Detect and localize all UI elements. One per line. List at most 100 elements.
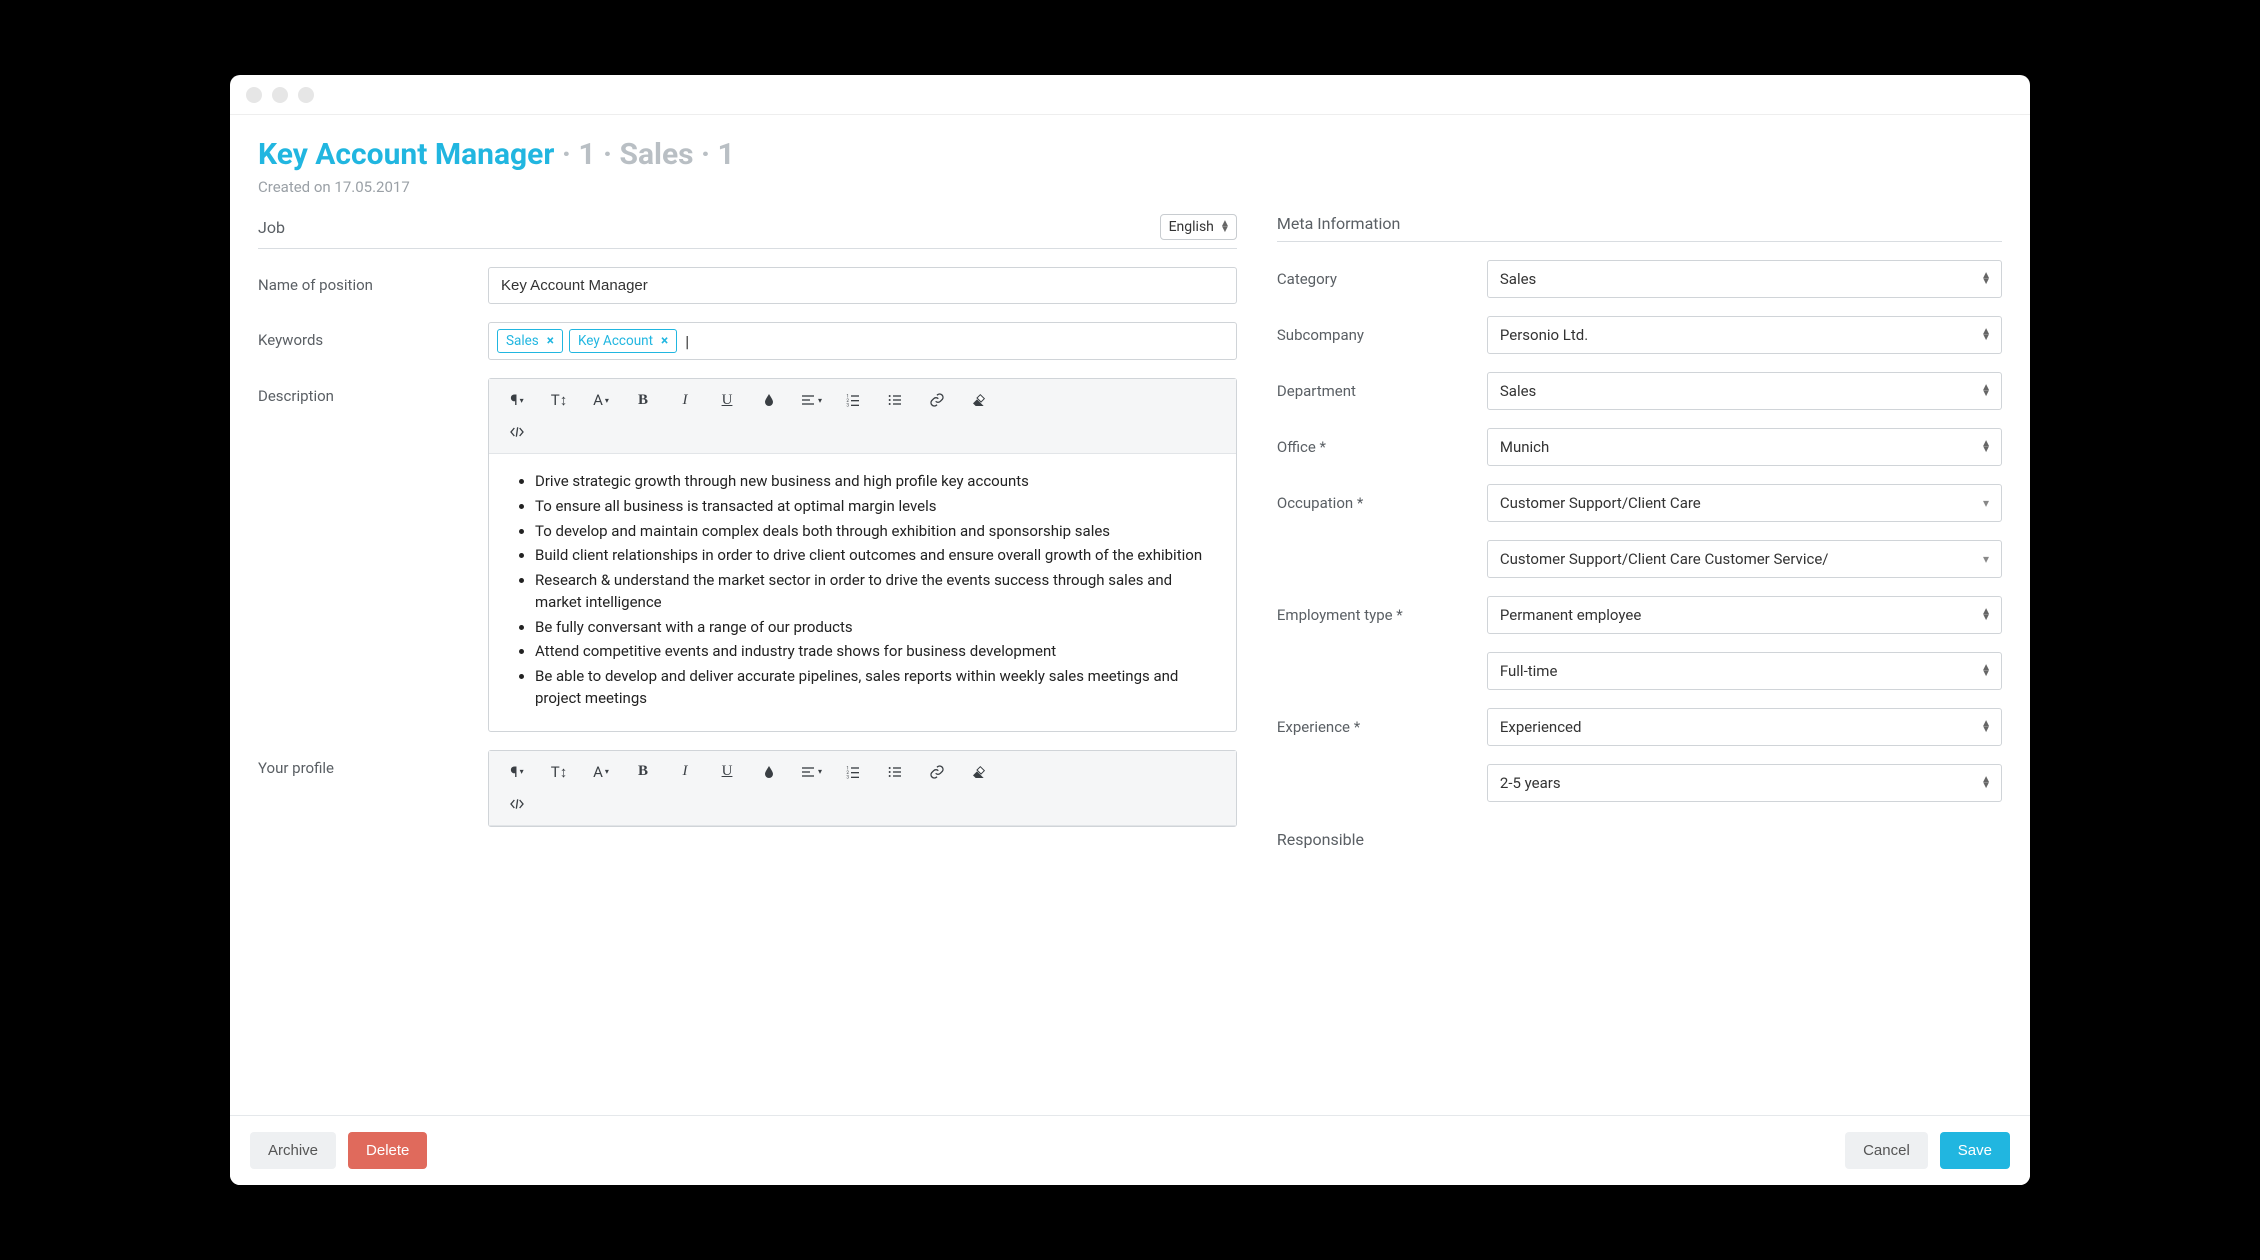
job-column: Job English Name of position Keywords <box>258 214 1237 1115</box>
row-experience: Experience * Experienced <box>1277 708 2002 746</box>
window-close-dot[interactable] <box>246 87 262 103</box>
occupation-select[interactable]: Customer Support/Client Care <box>1487 484 2002 522</box>
language-value: English <box>1169 219 1214 235</box>
text-color-button[interactable] <box>749 757 789 787</box>
caret-icon <box>1981 721 1991 733</box>
unordered-list-button[interactable] <box>875 757 915 787</box>
employment-time-value: Full-time <box>1500 662 1558 680</box>
code-view-button[interactable] <box>497 789 537 819</box>
link-button[interactable] <box>917 757 957 787</box>
align-button[interactable]: ▾ <box>791 757 831 787</box>
employment-time-select[interactable]: Full-time <box>1487 652 2002 690</box>
bold-button[interactable]: B <box>623 757 663 787</box>
clear-format-button[interactable] <box>959 385 999 415</box>
profile-editor: ¶▾ T↕ A▾ B I U ▾ 123 <box>488 750 1237 827</box>
tag-remove-icon[interactable]: × <box>547 333 554 349</box>
font-family-button[interactable]: A▾ <box>581 385 621 415</box>
keywords-label: Keywords <box>258 322 488 349</box>
category-select[interactable]: Sales <box>1487 260 2002 298</box>
text-color-button[interactable] <box>749 385 789 415</box>
window-zoom-dot[interactable] <box>298 87 314 103</box>
row-experience-years: 2-5 years <box>1277 764 2002 802</box>
title-breadcrumb: · 1 · Sales · 1 <box>554 137 734 172</box>
row-keywords: Keywords Sales × Key Account × | <box>258 322 1237 360</box>
keyword-tag: Sales × <box>497 329 563 353</box>
font-family-button[interactable]: A▾ <box>581 757 621 787</box>
caret-icon <box>1981 329 1991 341</box>
italic-button[interactable]: I <box>665 385 705 415</box>
clear-format-button[interactable] <box>959 757 999 787</box>
job-section-title: Job <box>258 218 285 237</box>
office-select[interactable]: Munich <box>1487 428 2002 466</box>
row-profile: Your profile ¶▾ T↕ A▾ B I U ▾ <box>258 750 1237 827</box>
keyword-tag: Key Account × <box>569 329 677 353</box>
caret-icon <box>1981 665 1991 677</box>
name-input[interactable] <box>488 267 1237 304</box>
archive-button[interactable]: Archive <box>250 1132 336 1169</box>
editor-toolbar: ¶▾ T↕ A▾ B I U ▾ 123 <box>489 379 1236 454</box>
paragraph-format-button[interactable]: ¶▾ <box>497 757 537 787</box>
underline-button[interactable]: U <box>707 757 747 787</box>
office-label: Office * <box>1277 438 1487 456</box>
svg-text:3: 3 <box>846 403 849 408</box>
occupation-sub-value: Customer Support/Client Care Customer Se… <box>1500 550 1829 568</box>
font-size-button[interactable]: T↕ <box>539 757 579 787</box>
row-employment: Employment type * Permanent employee <box>1277 596 2002 634</box>
description-item: Build client relationships in order to d… <box>535 545 1218 567</box>
experience-label: Experience * <box>1277 718 1487 736</box>
department-value: Sales <box>1500 382 1536 400</box>
tag-remove-icon[interactable]: × <box>661 333 668 349</box>
ordered-list-button[interactable]: 123 <box>833 757 873 787</box>
description-item: To develop and maintain complex deals bo… <box>535 521 1218 543</box>
link-button[interactable] <box>917 385 957 415</box>
align-button[interactable]: ▾ <box>791 385 831 415</box>
row-department: Department Sales <box>1277 372 2002 410</box>
caret-icon <box>1981 273 1991 285</box>
department-select[interactable]: Sales <box>1487 372 2002 410</box>
window-minimize-dot[interactable] <box>272 87 288 103</box>
code-view-button[interactable] <box>497 417 537 447</box>
caret-icon <box>1981 609 1991 621</box>
category-value: Sales <box>1500 270 1536 288</box>
cancel-button[interactable]: Cancel <box>1845 1132 1928 1169</box>
caret-icon <box>1220 221 1230 233</box>
editor-toolbar: ¶▾ T↕ A▾ B I U ▾ 123 <box>489 751 1236 826</box>
language-select[interactable]: English <box>1160 214 1237 240</box>
meta-section-title: Meta Information <box>1277 214 1400 233</box>
italic-button[interactable]: I <box>665 757 705 787</box>
responsible-section-header: Responsible <box>1277 830 2002 857</box>
row-occupation: Occupation * Customer Support/Client Car… <box>1277 484 2002 522</box>
footer: Archive Delete Cancel Save <box>230 1115 2030 1185</box>
experience-years-select[interactable]: 2-5 years <box>1487 764 2002 802</box>
font-size-button[interactable]: T↕ <box>539 385 579 415</box>
experience-select[interactable]: Experienced <box>1487 708 2002 746</box>
profile-label: Your profile <box>258 750 488 777</box>
description-item: Research & understand the market sector … <box>535 570 1218 614</box>
occupation-label: Occupation * <box>1277 494 1487 512</box>
keyword-tag-label: Key Account <box>578 333 653 349</box>
bold-button[interactable]: B <box>623 385 663 415</box>
title-main: Key Account Manager <box>258 137 554 172</box>
description-body[interactable]: Drive strategic growth through new busin… <box>489 454 1236 731</box>
occupation-value: Customer Support/Client Care <box>1500 494 1701 512</box>
underline-button[interactable]: U <box>707 385 747 415</box>
employment-value: Permanent employee <box>1500 606 1641 624</box>
name-label: Name of position <box>258 267 488 294</box>
description-item: Be able to develop and deliver accurate … <box>535 666 1218 710</box>
employment-select[interactable]: Permanent employee <box>1487 596 2002 634</box>
delete-button[interactable]: Delete <box>348 1132 427 1169</box>
row-description: Description ¶▾ T↕ A▾ B I U ▾ <box>258 378 1237 732</box>
occupation-sub-select[interactable]: Customer Support/Client Care Customer Se… <box>1487 540 2002 578</box>
app-window: Key Account Manager · 1 · Sales · 1 Crea… <box>230 75 2030 1185</box>
employment-label: Employment type * <box>1277 606 1487 624</box>
caret-icon <box>1981 441 1991 453</box>
save-button[interactable]: Save <box>1940 1132 2010 1169</box>
subcompany-select[interactable]: Personio Ltd. <box>1487 316 2002 354</box>
row-name: Name of position <box>258 267 1237 304</box>
keywords-input[interactable]: Sales × Key Account × | <box>488 322 1237 360</box>
description-label: Description <box>258 378 488 405</box>
paragraph-format-button[interactable]: ¶▾ <box>497 385 537 415</box>
unordered-list-button[interactable] <box>875 385 915 415</box>
ordered-list-button[interactable]: 123 <box>833 385 873 415</box>
subcompany-label: Subcompany <box>1277 326 1487 344</box>
